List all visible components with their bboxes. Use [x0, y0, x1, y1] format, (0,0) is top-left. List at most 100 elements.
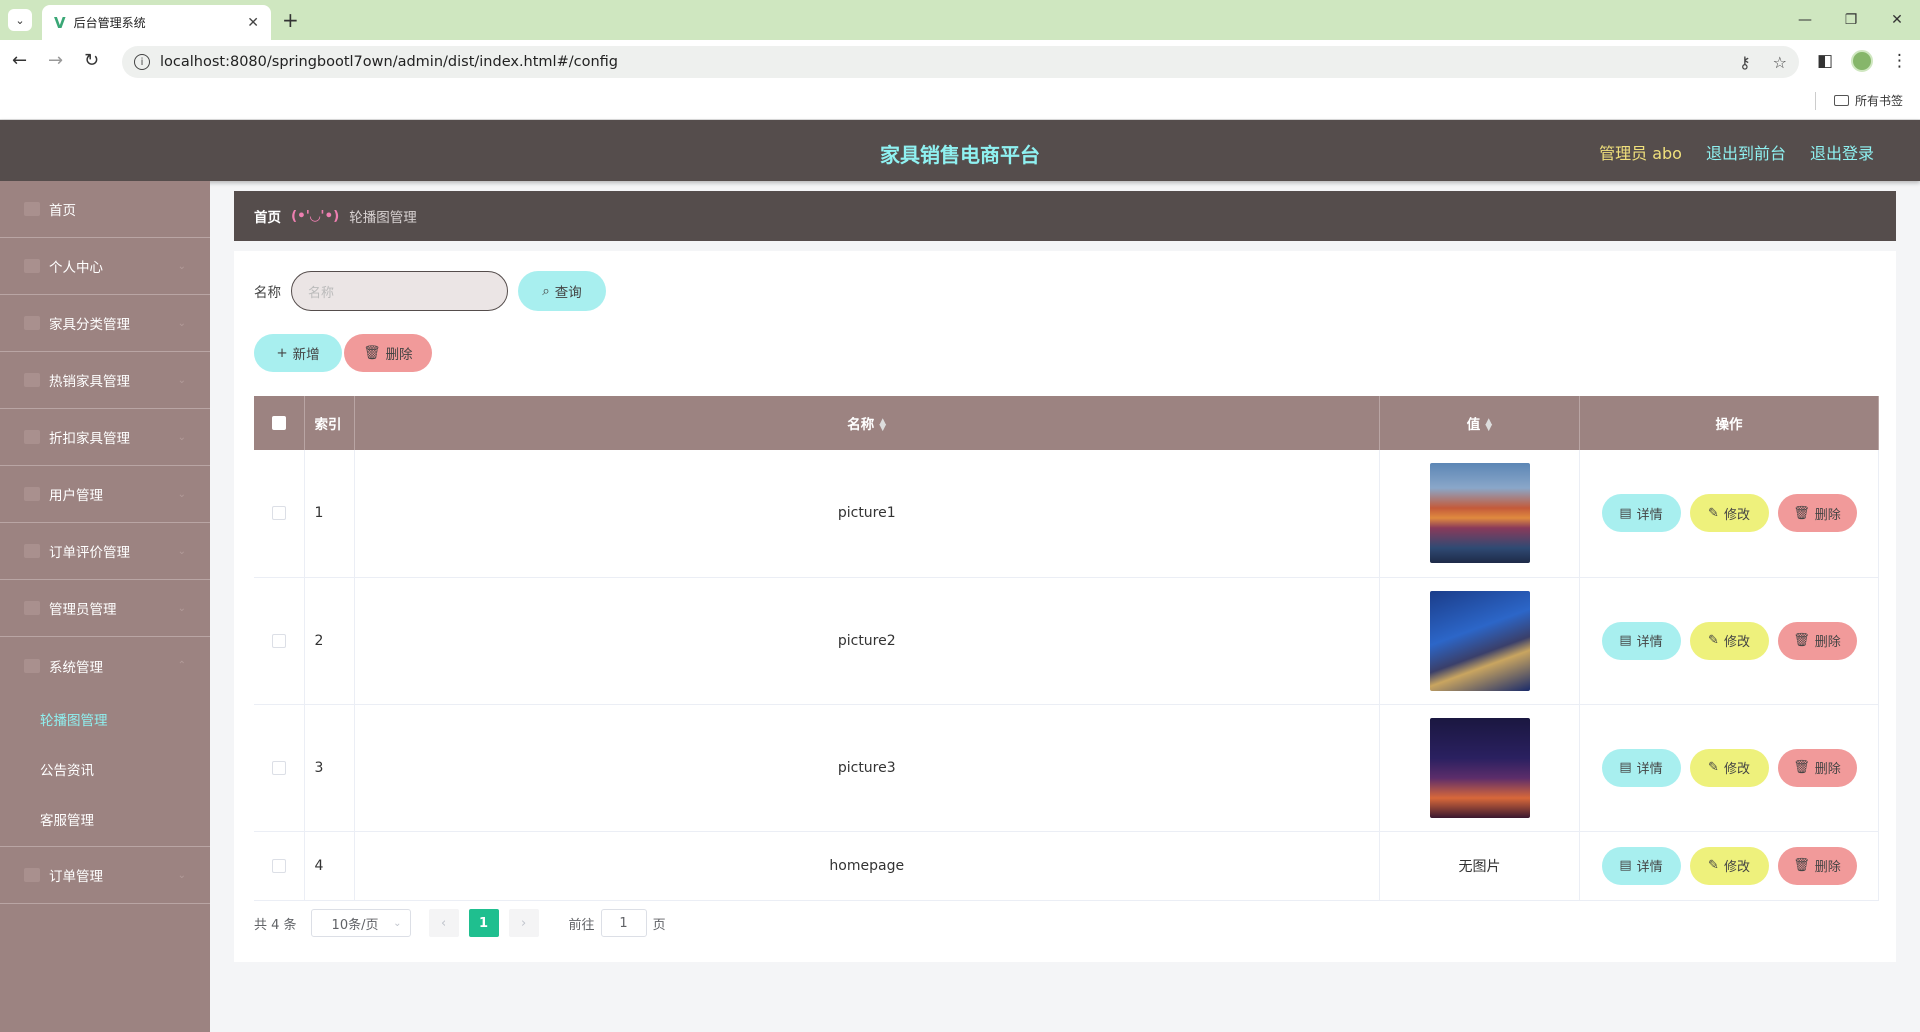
add-button-label: 新增 — [292, 347, 320, 363]
chevron-down-icon: ⌄ — [177, 260, 186, 272]
password-key-icon[interactable]: ⚷ — [1739, 53, 1751, 72]
total-count: 共 4 条 — [254, 917, 297, 933]
prev-page-button[interactable]: ‹ — [428, 909, 459, 937]
header-value[interactable]: 值 ▲ ▼ — [1379, 396, 1580, 450]
sidebar-subitem-service[interactable]: 客服管理 — [0, 794, 210, 844]
page-number-current[interactable]: 1 — [468, 909, 499, 937]
edit-button[interactable]: ✎ 修改 — [1689, 494, 1769, 533]
goto-page-input[interactable]: 1 — [600, 909, 647, 937]
logout-link[interactable]: 退出登录 — [1810, 140, 1874, 164]
document-icon: ▤ — [1619, 760, 1632, 775]
restore-icon[interactable]: ❐ — [1828, 0, 1874, 40]
users-icon — [24, 487, 40, 501]
sidebar-item-discount[interactable]: 折扣家具管理 ⌄ — [0, 409, 210, 466]
exit-to-front-link[interactable]: 退出到前台 — [1706, 140, 1786, 164]
sidebar-item-orders[interactable]: 订单管理 ⌄ — [0, 847, 210, 904]
address-bar[interactable]: i localhost:8080/springbootl7own/admin/d… — [122, 46, 1799, 78]
select-all-cell — [254, 396, 305, 450]
profile-avatar[interactable] — [1851, 50, 1873, 72]
row-checkbox[interactable] — [271, 858, 286, 873]
name-search-input[interactable]: 名称 — [291, 271, 508, 311]
breadcrumb-current: 轮播图管理 — [349, 210, 417, 226]
sort-icon[interactable]: ▲ ▼ — [1485, 418, 1492, 433]
all-bookmarks[interactable]: 所有书签 — [1834, 92, 1903, 109]
sidebar-subitem-news[interactable]: 公告资讯 — [0, 744, 210, 794]
row-checkbox[interactable] — [271, 760, 286, 775]
header-name[interactable]: 名称 ▲ ▼ — [354, 396, 1380, 450]
sidebar-item-profile[interactable]: 个人中心 ⌄ — [0, 238, 210, 295]
sidebar-item-users[interactable]: 用户管理 ⌄ — [0, 466, 210, 523]
site-info-icon[interactable]: i — [134, 54, 150, 70]
next-page-button[interactable]: › — [508, 909, 539, 937]
add-button[interactable]: + 新增 — [254, 334, 342, 372]
row-ops: ▤ 详情 ✎ 修改 🗑 删除 — [1579, 450, 1879, 578]
edit-button-label: 修改 — [1723, 762, 1750, 777]
row-checkbox-cell — [254, 450, 305, 578]
page-suffix: 页 — [652, 917, 666, 933]
delete-button[interactable]: 🗑 删除 — [1777, 621, 1857, 660]
new-tab-button[interactable]: + — [282, 8, 299, 32]
sidebar-item-admins[interactable]: 管理员管理 ⌄ — [0, 580, 210, 637]
row-checkbox[interactable] — [271, 506, 286, 521]
chevron-down-icon: ⌄ — [177, 374, 186, 386]
sidebar-subitem-carousel[interactable]: 轮播图管理 — [0, 694, 210, 744]
sidebar-item-label: 用户管理 — [49, 488, 103, 504]
detail-button[interactable]: ▤ 详情 — [1601, 748, 1681, 787]
table-header-row: 索引 名称 ▲ ▼ 值 ▲ ▼ 操作 — [254, 396, 1879, 450]
sidebar-item-home[interactable]: 首页 — [0, 181, 210, 238]
minimize-icon[interactable]: — — [1782, 0, 1828, 40]
row-checkbox[interactable] — [271, 633, 286, 648]
bookmark-star-icon[interactable]: ☆ — [1773, 53, 1787, 72]
select-all-checkbox[interactable] — [271, 416, 286, 430]
admin-icon — [24, 601, 40, 615]
sidebar-item-hot[interactable]: 热销家具管理 ⌄ — [0, 352, 210, 409]
table-row: 1 picture1 ▤ 详情 ✎ 修改 🗑 删除 — [254, 450, 1879, 578]
delete-button[interactable]: 🗑 删除 — [1777, 494, 1857, 533]
query-button-label: 查询 — [554, 285, 582, 301]
sidebar-item-label: 订单管理 — [49, 869, 103, 885]
sidebar-item-category[interactable]: 家具分类管理 ⌄ — [0, 295, 210, 352]
browser-tab-bar: ⌄ V 后台管理系统 ✕ + — ❐ ✕ — [0, 0, 1920, 40]
trash-icon: 🗑 — [1793, 858, 1810, 873]
delete-button-label: 删除 — [1814, 507, 1841, 523]
reload-icon[interactable]: ↻ — [84, 50, 99, 71]
header-ops: 操作 — [1579, 396, 1879, 450]
detail-button[interactable]: ▤ 详情 — [1601, 846, 1681, 885]
carousel-image-thumbnail — [1429, 717, 1530, 818]
query-button[interactable]: ⌕ 查询 — [518, 271, 606, 311]
chevron-down-icon: ⌄ — [177, 431, 186, 443]
side-panel-icon[interactable]: ◧ — [1817, 51, 1833, 71]
sidebar-item-reviews[interactable]: 订单评价管理 ⌄ — [0, 523, 210, 580]
tab-search-button[interactable]: ⌄ — [8, 9, 32, 31]
back-icon[interactable]: ← — [12, 50, 27, 71]
sidebar-item-system[interactable]: 系统管理 ⌃ — [0, 637, 210, 694]
home-icon — [24, 202, 40, 216]
forward-icon[interactable]: → — [48, 50, 63, 71]
detail-button[interactable]: ▤ 详情 — [1601, 621, 1681, 660]
row-checkbox-cell — [254, 831, 305, 901]
detail-button-label: 详情 — [1636, 860, 1663, 875]
pencil-icon: ✎ — [1708, 760, 1719, 775]
delete-button[interactable]: 🗑 删除 — [1777, 748, 1857, 787]
detail-button[interactable]: ▤ 详情 — [1601, 494, 1681, 533]
pagination: 共 4 条 10条/页 ⌄ ‹ 1 › 前往 1 页 — [254, 909, 666, 937]
close-window-icon[interactable]: ✕ — [1874, 0, 1920, 40]
category-icon — [24, 316, 40, 330]
batch-delete-button[interactable]: 🗑 删除 — [344, 334, 432, 372]
page-size-select[interactable]: 10条/页 ⌄ — [310, 909, 411, 937]
delete-button-label: 删除 — [1814, 635, 1841, 650]
row-checkbox-cell — [254, 704, 305, 832]
delete-button[interactable]: 🗑 删除 — [1777, 846, 1857, 885]
page-size-value: 10条/页 — [331, 917, 379, 933]
search-icon: ⌕ — [542, 283, 550, 299]
edit-button[interactable]: ✎ 修改 — [1689, 846, 1769, 885]
sort-icon[interactable]: ▲ ▼ — [879, 418, 886, 433]
edit-button[interactable]: ✎ 修改 — [1689, 621, 1769, 660]
close-tab-icon[interactable]: ✕ — [247, 15, 259, 31]
edit-button[interactable]: ✎ 修改 — [1689, 748, 1769, 787]
browser-tab[interactable]: V 后台管理系统 ✕ — [42, 5, 271, 40]
edit-button-label: 修改 — [1723, 860, 1750, 875]
breadcrumb-home[interactable]: 首页 — [254, 206, 281, 226]
menu-dots-icon[interactable]: ⋮ — [1891, 51, 1908, 71]
document-icon: ▤ — [1619, 633, 1632, 648]
